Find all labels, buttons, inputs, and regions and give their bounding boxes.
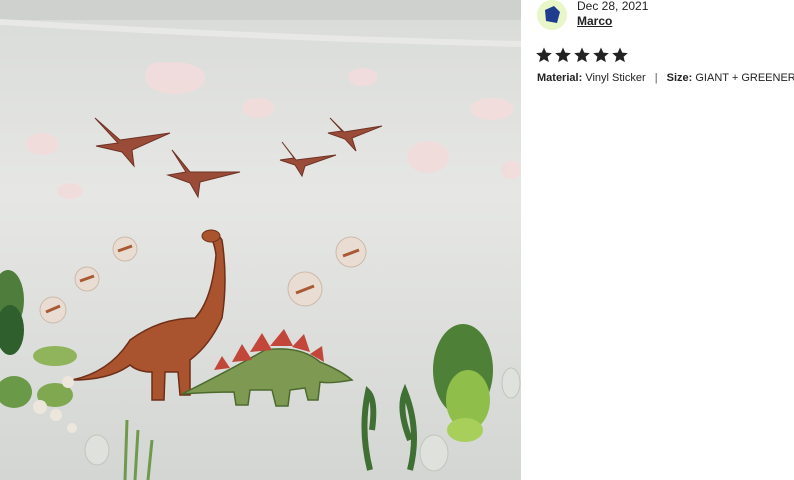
- star-icon: [536, 47, 552, 63]
- reviewer-avatar[interactable]: [537, 0, 567, 30]
- star-icon: [612, 47, 628, 63]
- reviewer-name-link[interactable]: Marco: [577, 14, 612, 28]
- avatar-pentagon-icon: [537, 0, 567, 30]
- photo-wall-scene: [0, 0, 521, 480]
- variation-label-material: Material:: [537, 72, 583, 84]
- star-icon: [593, 47, 609, 63]
- review-photo[interactable]: [0, 0, 521, 480]
- variation-value-size: GIANT + GREENERY: [695, 72, 794, 84]
- review-panel: Dec 28, 2021 Marco Material: Vinyl Stick…: [521, 0, 794, 480]
- variation-label-size: Size:: [666, 72, 693, 84]
- star-icon: [555, 47, 571, 63]
- star-rating: [535, 46, 629, 64]
- review-variations: Material: Vinyl Sticker | Size: GIANT + …: [537, 72, 794, 84]
- review-date: Dec 28, 2021: [577, 0, 649, 13]
- variation-separator: |: [654, 72, 658, 84]
- star-icon: [574, 47, 590, 63]
- variation-value-material: Vinyl Sticker: [585, 72, 646, 84]
